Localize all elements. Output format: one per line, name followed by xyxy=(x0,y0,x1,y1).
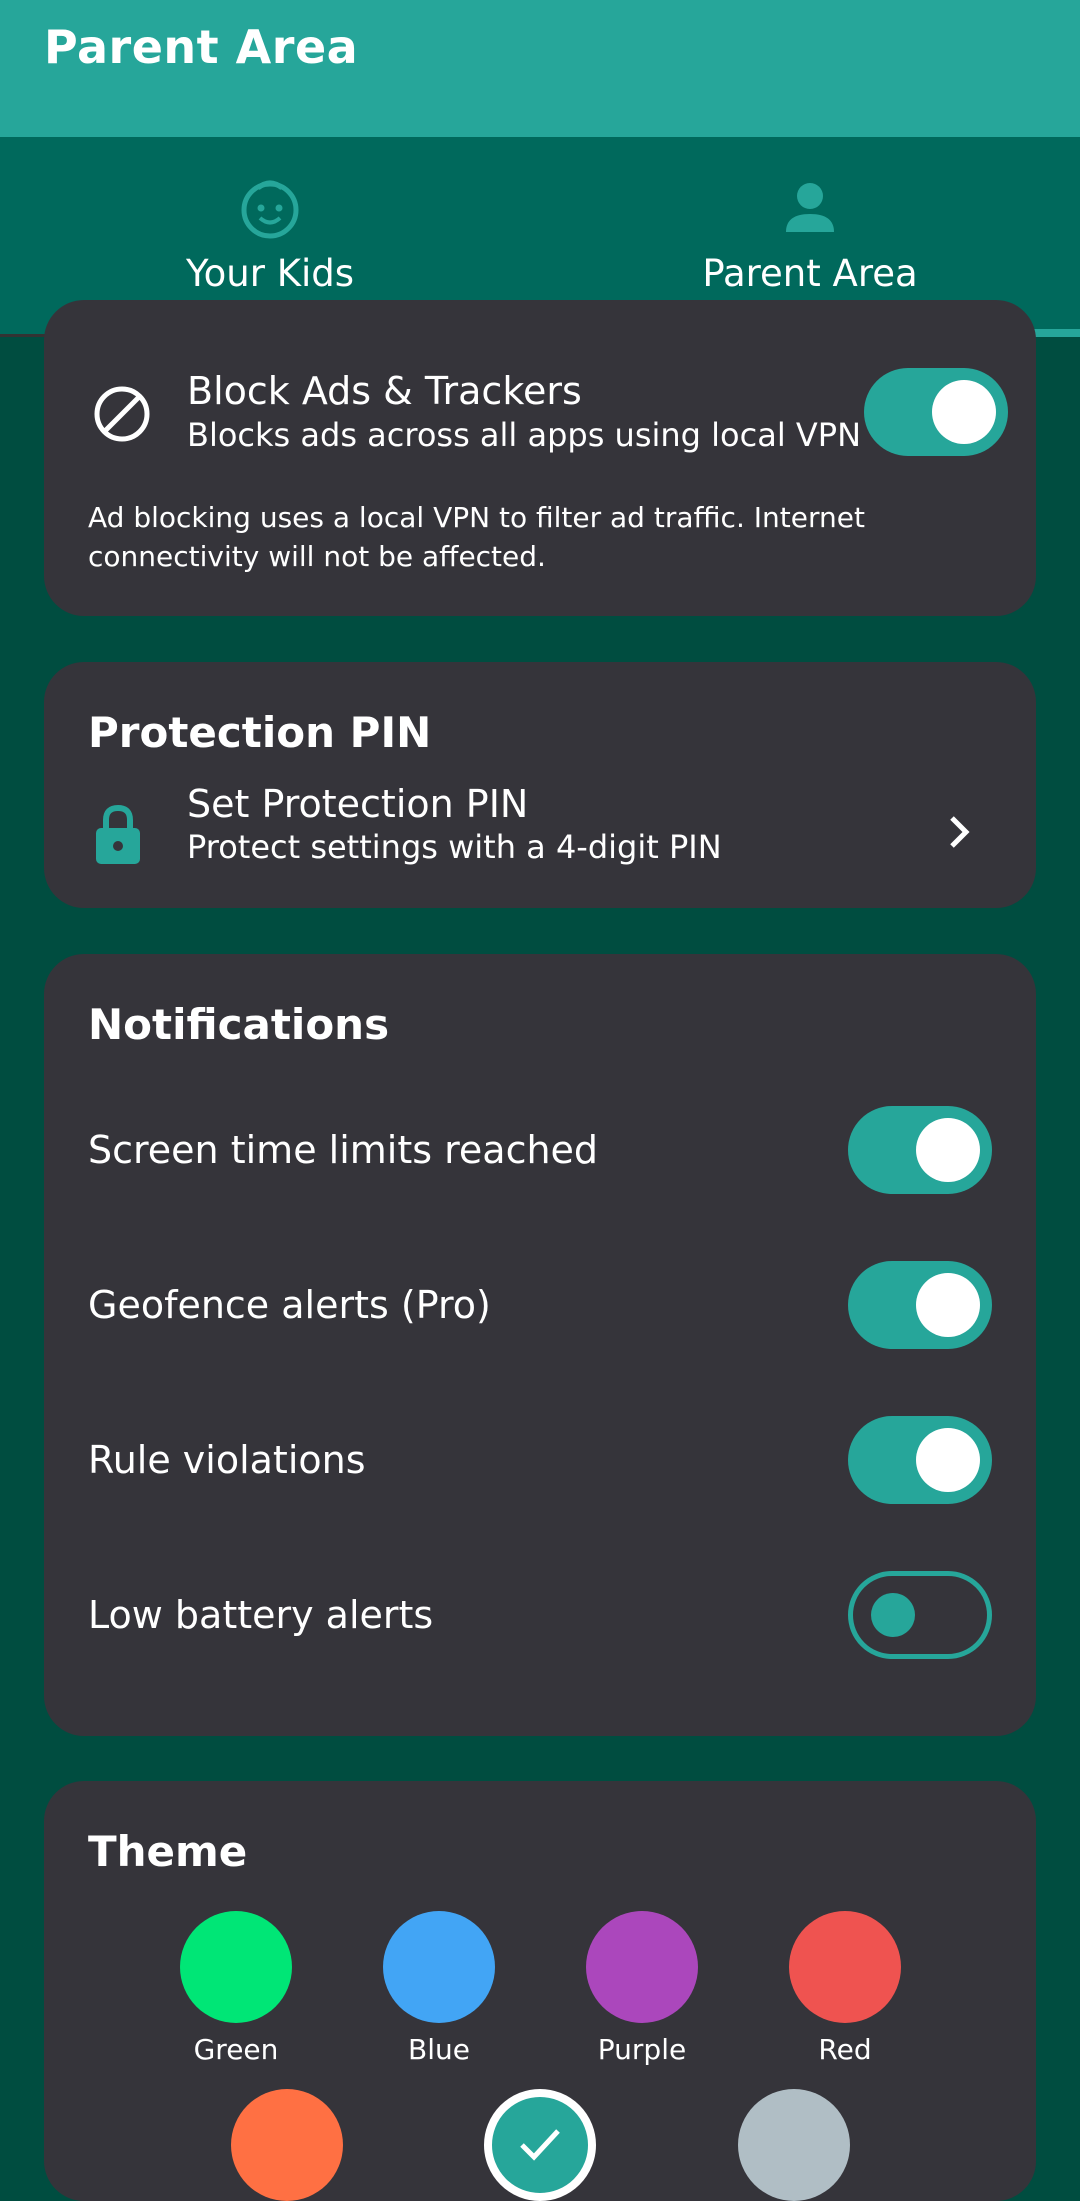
set-pin-subtitle: Protect settings with a 4-digit PIN xyxy=(187,828,722,866)
ad-block-toggle[interactable] xyxy=(864,368,1008,456)
ad-block-subtitle: Blocks ads across all apps using local V… xyxy=(187,416,862,454)
toggle-knob xyxy=(916,1273,980,1337)
ad-block-card: Block Ads & Trackers Blocks ads across a… xyxy=(44,300,1036,616)
set-pin-title: Set Protection PIN xyxy=(187,782,529,826)
pin-section-title: Protection PIN xyxy=(88,708,432,757)
toggle-knob xyxy=(932,380,996,444)
theme-section-title: Theme xyxy=(88,1827,248,1876)
theme-swatch-blue[interactable] xyxy=(383,1911,495,2023)
theme-card: Theme Green Blue Purple Red xyxy=(44,1781,1036,2201)
ad-block-description-line1: Ad blocking uses a local VPN to filter a… xyxy=(88,501,865,534)
theme-swatch-orange[interactable] xyxy=(231,2089,343,2201)
page-title: Parent Area xyxy=(44,20,359,74)
theme-swatch-red[interactable] xyxy=(789,1911,901,2023)
ad-block-description-line2: connectivity will not be affected. xyxy=(88,540,546,573)
notif-rule-violations-toggle[interactable] xyxy=(848,1416,992,1504)
tab-label: Your Kids xyxy=(185,252,355,295)
notif-low-battery-toggle[interactable] xyxy=(848,1571,992,1659)
notif-low-battery-label: Low battery alerts xyxy=(88,1593,434,1637)
set-pin-row[interactable]: Set Protection PIN Protect settings with… xyxy=(44,772,1036,892)
toggle-knob xyxy=(916,1118,980,1182)
notif-geofence-label: Geofence alerts (Pro) xyxy=(88,1283,491,1327)
theme-label-green: Green xyxy=(193,2033,279,2066)
toggle-knob xyxy=(871,1593,915,1637)
block-icon xyxy=(94,386,150,442)
person-icon xyxy=(786,183,834,232)
notif-rule-violations-label: Rule violations xyxy=(88,1438,366,1482)
toggle-knob xyxy=(916,1428,980,1492)
theme-label-blue: Blue xyxy=(408,2033,470,2066)
notifications-card: Notifications Screen time limits reached… xyxy=(44,954,1036,1736)
notif-screen-time-label: Screen time limits reached xyxy=(88,1128,599,1172)
chevron-right-icon xyxy=(950,816,970,848)
protection-pin-card: Protection PIN Set Protection PIN Protec… xyxy=(44,662,1036,908)
notif-screen-time-toggle[interactable] xyxy=(848,1106,992,1194)
theme-swatch-teal-selected[interactable] xyxy=(484,2089,596,2201)
ad-block-title: Block Ads & Trackers xyxy=(187,369,582,413)
theme-swatch-grey[interactable] xyxy=(738,2089,850,2201)
theme-swatch-purple[interactable] xyxy=(586,1911,698,2023)
check-icon xyxy=(520,2129,560,2161)
notifications-section-title: Notifications xyxy=(88,1000,390,1049)
child-face-icon xyxy=(241,180,299,239)
theme-label-red: Red xyxy=(818,2033,872,2066)
theme-label-purple: Purple xyxy=(597,2033,687,2066)
lock-icon xyxy=(96,804,140,864)
app-bar: Parent Area xyxy=(0,0,1080,137)
theme-swatch-green[interactable] xyxy=(180,1911,292,2023)
tab-label: Parent Area xyxy=(702,252,918,295)
notif-geofence-toggle[interactable] xyxy=(848,1261,992,1349)
